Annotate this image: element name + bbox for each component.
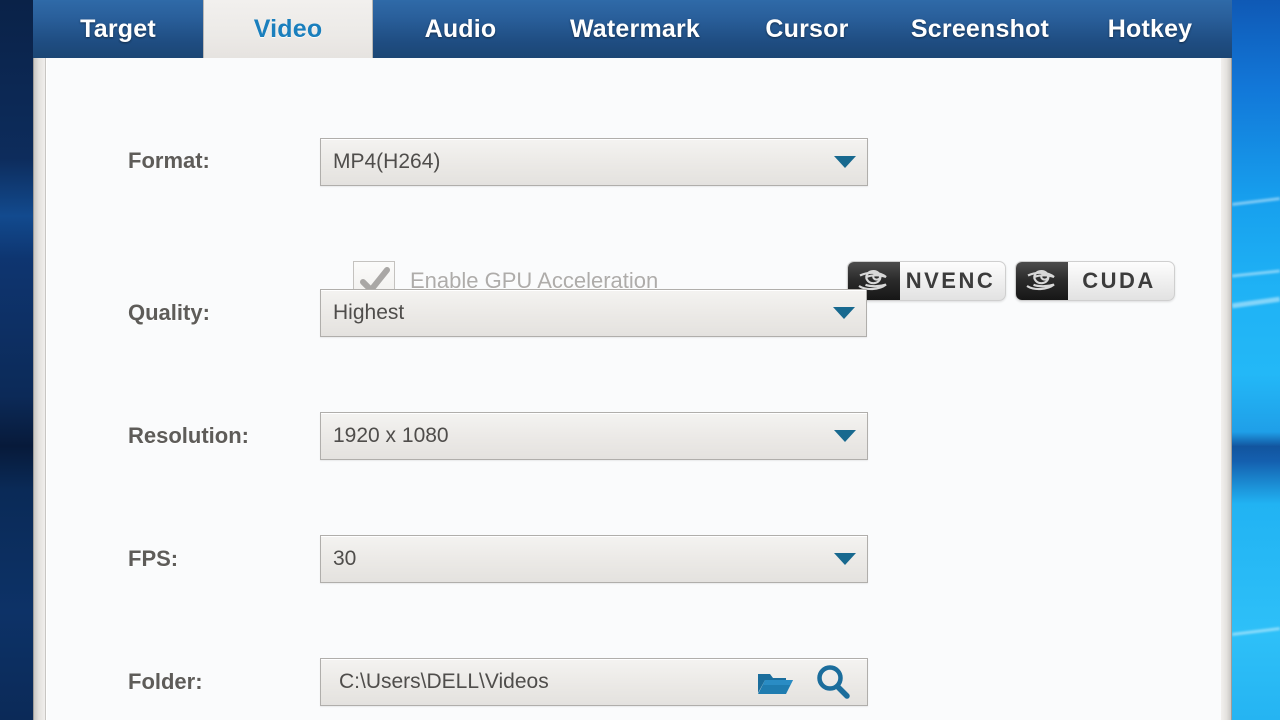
folder-icon[interactable] — [755, 666, 795, 698]
nvenc-label: NVENC — [905, 268, 996, 293]
cuda-label: CUDA — [1082, 268, 1156, 293]
format-value: MP4(H264) — [333, 150, 441, 173]
search-icon[interactable] — [813, 664, 853, 700]
chevron-down-icon[interactable] — [822, 307, 866, 319]
chevron-down-icon[interactable] — [823, 430, 867, 442]
quality-dropdown[interactable]: Highest — [320, 289, 867, 337]
tab-hotkey-label: Hotkey — [1107, 14, 1193, 43]
folder-label: Folder: — [128, 669, 203, 694]
video-settings-form: Format: MP4(H264) Enable GPU Acceleratio… — [45, 58, 1221, 720]
nvidia-logo-icon — [1016, 262, 1068, 300]
folder-field[interactable]: C:\Users\DELL\Videos — [320, 658, 868, 706]
tab-hotkey[interactable]: Hotkey — [1068, 0, 1232, 58]
tab-screenshot-label: Screenshot — [910, 14, 1050, 43]
quality-label: Quality: — [128, 300, 210, 325]
wallpaper-right — [1231, 0, 1280, 720]
tab-audio-label: Audio — [424, 14, 497, 43]
format-label: Format: — [128, 148, 210, 173]
fps-label: FPS: — [128, 546, 179, 571]
tab-video-label: Video — [253, 14, 323, 43]
tab-watermark-label: Watermark — [569, 14, 701, 43]
wallpaper-streak — [1231, 197, 1280, 206]
screen-recorder-window: Target Video Audio Watermark Cursor Scre… — [33, 0, 1232, 720]
tab-target-label: Target — [80, 14, 156, 43]
tab-target[interactable]: Target — [33, 0, 203, 58]
settings-panel: Format: MP4(H264) Enable GPU Acceleratio… — [33, 58, 1232, 720]
settings-tabbar: Target Video Audio Watermark Cursor Scre… — [33, 0, 1232, 58]
format-dropdown[interactable]: MP4(H264) — [320, 138, 868, 186]
nvenc-badge: NVENC — [847, 261, 1006, 301]
chevron-down-icon[interactable] — [823, 156, 867, 168]
tab-video[interactable]: Video — [203, 0, 373, 58]
tab-watermark[interactable]: Watermark — [548, 0, 722, 58]
chevron-down-icon[interactable] — [823, 553, 867, 565]
folder-path-value: C:\Users\DELL\Videos — [339, 670, 549, 693]
fps-value: 30 — [333, 547, 357, 570]
wallpaper-streak — [1231, 296, 1280, 309]
tab-cursor[interactable]: Cursor — [722, 0, 892, 58]
resolution-value: 1920 x 1080 — [333, 424, 449, 447]
resolution-label: Resolution: — [128, 423, 249, 448]
resolution-dropdown[interactable]: 1920 x 1080 — [320, 412, 868, 460]
wallpaper-streak — [1231, 627, 1280, 636]
fps-dropdown[interactable]: 30 — [320, 535, 868, 583]
cuda-badge: CUDA — [1015, 261, 1175, 301]
tab-audio[interactable]: Audio — [373, 0, 548, 58]
panel-right-gutter — [1221, 58, 1231, 720]
tab-cursor-label: Cursor — [765, 14, 849, 43]
quality-value: Highest — [333, 301, 405, 324]
wallpaper-streak — [1231, 269, 1280, 278]
tab-screenshot[interactable]: Screenshot — [892, 0, 1068, 58]
panel-left-gutter — [34, 58, 45, 720]
